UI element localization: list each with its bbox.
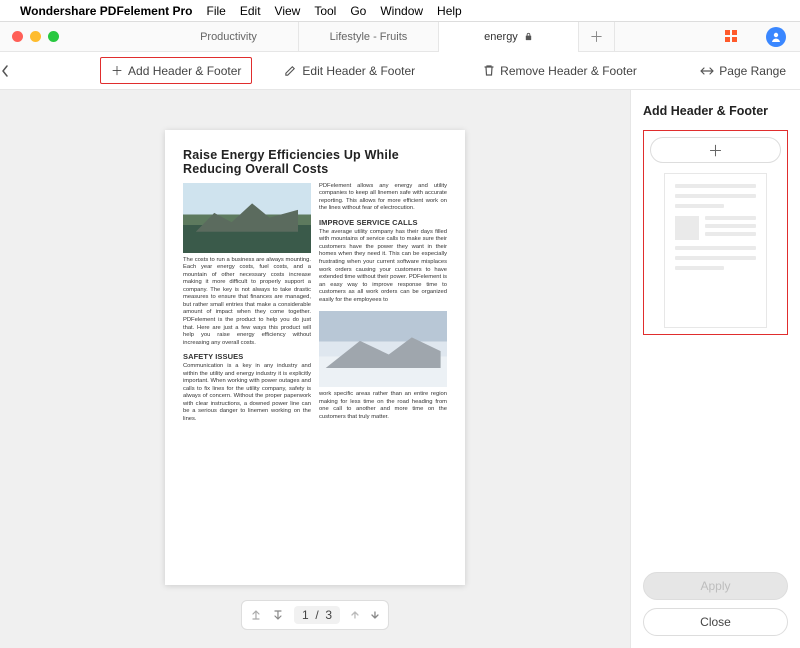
thumb-line <box>705 216 756 220</box>
thumb-line <box>675 246 756 250</box>
add-header-footer-button[interactable]: ＋ Add Header & Footer <box>100 57 252 84</box>
pencil-icon <box>284 64 297 77</box>
image-mountain <box>183 183 311 253</box>
last-page-button[interactable] <box>272 609 284 621</box>
page-range-button[interactable]: Page Range <box>700 64 786 78</box>
button-label: Close <box>700 615 731 629</box>
traffic-lights <box>0 31 59 42</box>
thumb-line <box>705 224 756 228</box>
remove-header-footer-button[interactable]: Remove Header & Footer <box>473 60 647 82</box>
new-tab-button[interactable]: ＋ <box>579 22 615 52</box>
tab-productivity[interactable]: Productivity <box>159 22 299 52</box>
header-footer-toolbar: ＋ Add Header & Footer Edit Header & Foot… <box>0 52 800 90</box>
trash-icon <box>483 64 495 77</box>
add-preset-button[interactable]: ＋ <box>650 137 781 163</box>
current-page: 1 <box>302 608 309 622</box>
menu-window[interactable]: Window <box>380 4 423 18</box>
body-text: PDFelement allows any energy and utility… <box>319 183 447 213</box>
menu-file[interactable]: File <box>207 4 226 18</box>
back-button[interactable] <box>0 64 40 78</box>
total-pages: 3 <box>325 608 332 622</box>
tab-label: Productivity <box>200 31 257 43</box>
document-canvas[interactable]: Raise Energy Efficiencies Up While Reduc… <box>0 90 630 648</box>
lock-icon <box>524 32 533 41</box>
app-name[interactable]: Wondershare PDFelement Pro <box>20 4 193 18</box>
thumb-line <box>675 184 756 188</box>
body-text: work specific areas rather than an entir… <box>319 391 447 421</box>
thumb-line <box>675 256 756 260</box>
apply-button[interactable]: Apply <box>643 572 788 600</box>
page-range-icon <box>700 65 714 77</box>
tab-energy[interactable]: energy <box>439 22 579 52</box>
minimize-window-icon[interactable] <box>30 31 41 42</box>
page-navigator: 1 / 3 <box>241 600 389 630</box>
button-label: Apply <box>700 579 730 593</box>
close-window-icon[interactable] <box>12 31 23 42</box>
button-label: Edit Header & Footer <box>302 64 415 78</box>
thumb-square <box>675 216 699 240</box>
side-panel-title: Add Header & Footer <box>643 104 788 118</box>
image-snow-mountain <box>319 311 447 387</box>
zoom-window-icon[interactable] <box>48 31 59 42</box>
preset-thumbnail[interactable] <box>664 173 767 328</box>
plus-icon: ＋ <box>111 62 123 79</box>
button-label: Page Range <box>719 64 786 78</box>
menu-view[interactable]: View <box>275 4 301 18</box>
button-label: Add Header & Footer <box>128 64 241 78</box>
menu-tool[interactable]: Tool <box>314 4 336 18</box>
tab-label: energy <box>484 31 518 43</box>
subheading: SAFETY ISSUES <box>183 352 311 361</box>
thumb-line <box>675 194 756 198</box>
tab-lifestyle-fruits[interactable]: Lifestyle - Fruits <box>299 22 439 52</box>
body-text: Communication is a key in any industry a… <box>183 363 311 423</box>
page-sep: / <box>315 608 318 622</box>
first-page-button[interactable] <box>250 609 262 621</box>
subheading: IMPROVE SERVICE CALLS <box>319 218 447 227</box>
thumb-line <box>675 266 724 270</box>
prev-page-button[interactable] <box>350 609 360 621</box>
tab-label: Lifestyle - Fruits <box>330 31 408 43</box>
document-page: Raise Energy Efficiencies Up While Reduc… <box>165 130 465 585</box>
button-label: Remove Header & Footer <box>500 64 637 78</box>
window-tabrow: Productivity Lifestyle - Fruits energy ＋ <box>0 22 800 52</box>
side-panel: Add Header & Footer ＋ <box>630 90 800 648</box>
header-footer-presets: ＋ <box>643 130 788 335</box>
plus-icon: ＋ <box>708 140 723 161</box>
menu-help[interactable]: Help <box>437 4 462 18</box>
user-avatar[interactable] <box>766 27 786 47</box>
app-grid-icon[interactable] <box>724 29 740 45</box>
thumb-line <box>705 232 756 236</box>
edit-header-footer-button[interactable]: Edit Header & Footer <box>274 60 425 82</box>
main-area: Raise Energy Efficiencies Up While Reduc… <box>0 90 800 648</box>
body-text: The costs to run a business are always m… <box>183 257 311 347</box>
page-indicator[interactable]: 1 / 3 <box>294 606 340 624</box>
thumb-line <box>675 204 724 208</box>
close-button[interactable]: Close <box>643 608 788 636</box>
page-title: Raise Energy Efficiencies Up While Reduc… <box>183 148 447 177</box>
body-text: The average utility company has their da… <box>319 229 447 304</box>
menu-edit[interactable]: Edit <box>240 4 261 18</box>
next-page-button[interactable] <box>370 609 380 621</box>
mac-menubar: Wondershare PDFelement Pro File Edit Vie… <box>0 0 800 22</box>
document-tabs: Productivity Lifestyle - Fruits energy ＋ <box>159 22 615 52</box>
menu-go[interactable]: Go <box>350 4 366 18</box>
